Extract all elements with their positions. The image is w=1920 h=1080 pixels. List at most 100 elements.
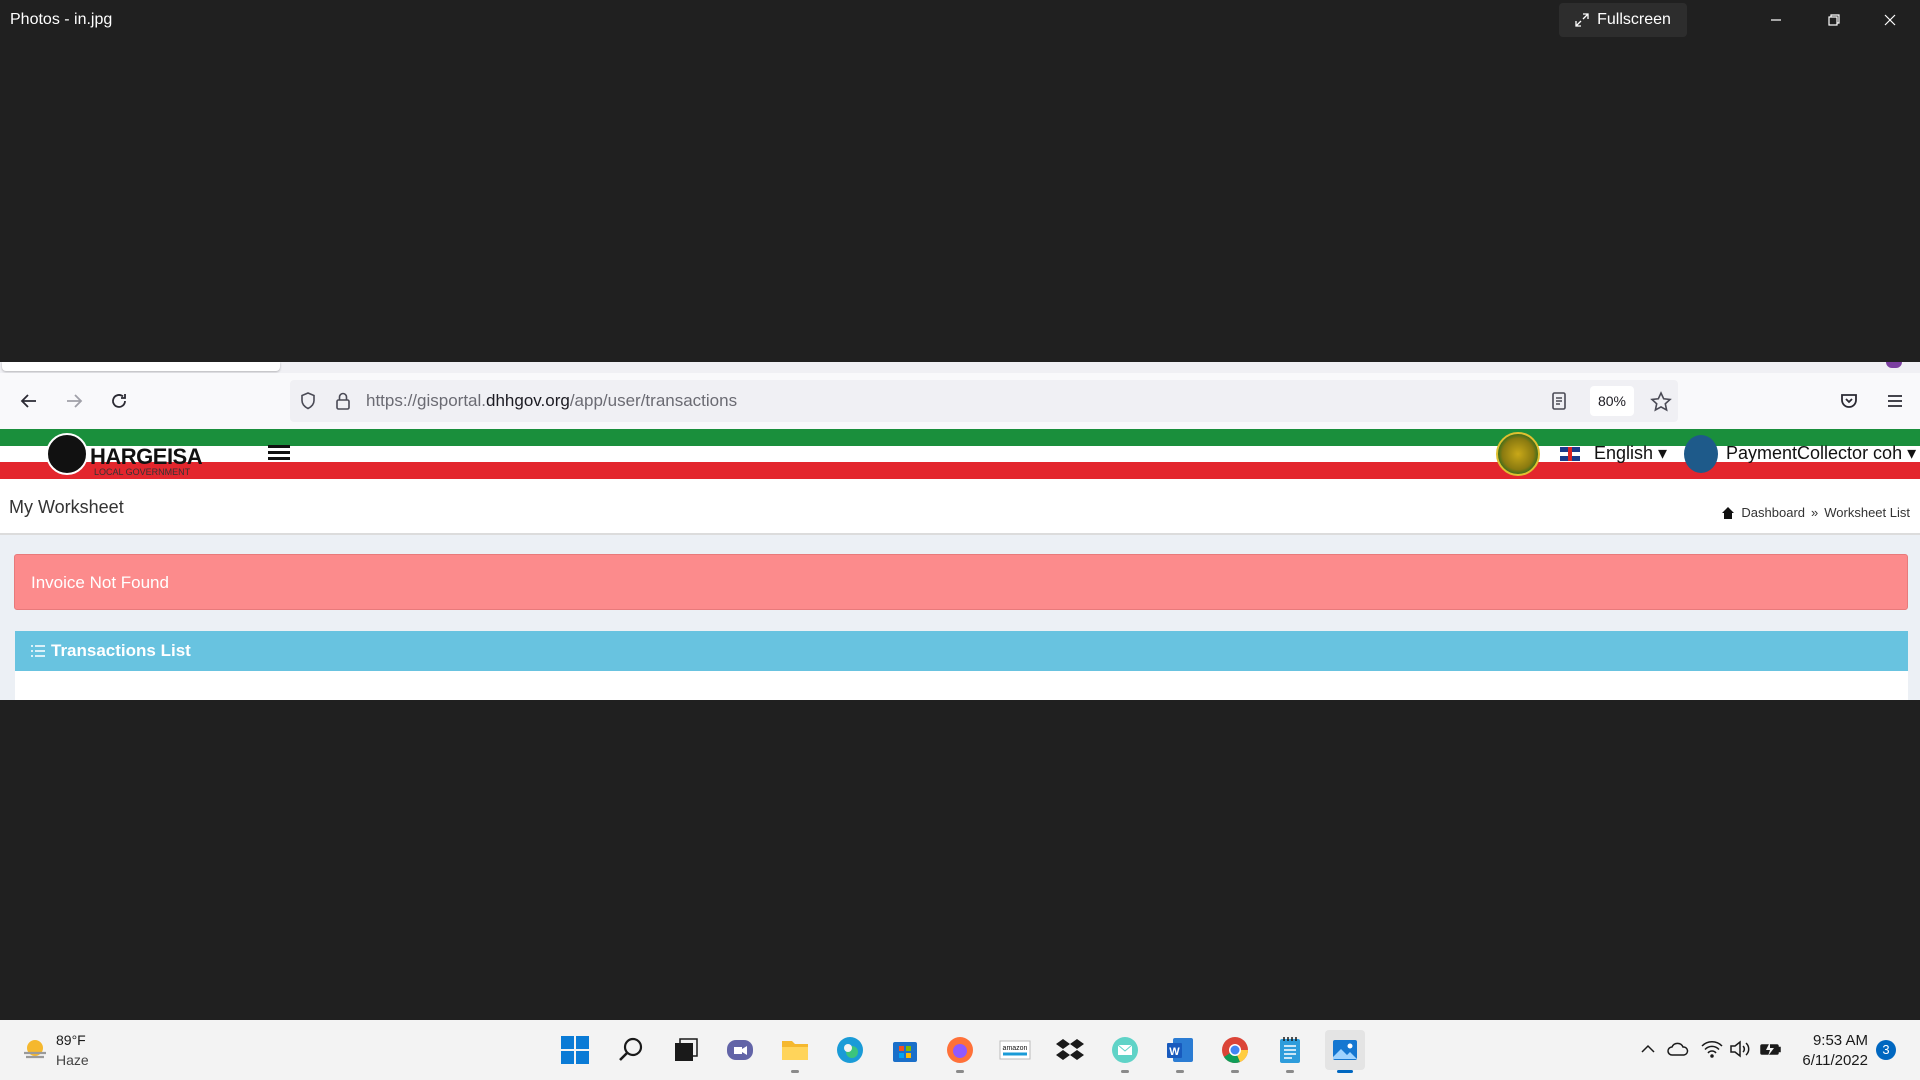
browser-tab xyxy=(2,362,280,371)
restore-button[interactable] xyxy=(1806,0,1862,40)
search-button[interactable] xyxy=(611,1030,651,1070)
language-selector: English ▾ xyxy=(1594,443,1668,463)
box-title-label: Transactions List xyxy=(51,641,191,660)
hamburger-icon xyxy=(1888,395,1902,407)
amazon-button[interactable]: amazon xyxy=(995,1030,1035,1070)
breadcrumb-separator: » xyxy=(1811,505,1819,520)
user-menu: PaymentCollector coh ▾ xyxy=(1726,443,1917,463)
expand-icon xyxy=(1575,13,1589,27)
close-icon xyxy=(1884,14,1896,26)
edge-icon xyxy=(837,1037,863,1063)
pocket-icon xyxy=(1841,394,1857,408)
sidebar-toggle-icon xyxy=(268,445,290,463)
wifi-button[interactable] xyxy=(1700,1037,1724,1061)
taskbar: 89°F Haze amazon W 9:53 AM 6/11/2022 3 xyxy=(0,1020,1920,1080)
word-icon: W xyxy=(1167,1038,1193,1062)
url-text: https://gisportal.dhhgov.org/app/user/tr… xyxy=(366,391,737,411)
weather-temp: 89°F xyxy=(56,1032,86,1048)
home-icon xyxy=(1722,506,1735,519)
show-hidden-icons-button[interactable] xyxy=(1636,1037,1660,1061)
user-name-label: PaymentCollector coh xyxy=(1726,443,1903,463)
microsoft-store-button[interactable] xyxy=(885,1030,925,1070)
transactions-box-body xyxy=(15,671,1908,700)
user-avatar xyxy=(1684,435,1718,473)
zoom-indicator: 80% xyxy=(1590,386,1634,416)
weather-widget[interactable]: 89°F Haze xyxy=(22,1030,89,1070)
site-header: HARGEISA LOCAL GOVERNMENT English ▾ Paym… xyxy=(0,429,1920,479)
clock[interactable]: 9:53 AM 6/11/2022 xyxy=(1796,1031,1868,1071)
page-title: My Worksheet xyxy=(9,497,124,517)
firefox-icon xyxy=(947,1037,973,1063)
task-view-button[interactable] xyxy=(666,1030,706,1070)
site-logo: HARGEISA LOCAL GOVERNMENT xyxy=(46,433,216,477)
svg-text:amazon: amazon xyxy=(1003,1045,1028,1052)
edge-button[interactable] xyxy=(830,1030,870,1070)
forward-arrow-icon xyxy=(67,394,83,408)
windows-logo-icon xyxy=(561,1036,589,1064)
forward-button xyxy=(59,386,89,416)
back-button xyxy=(14,386,44,416)
government-seal-icon xyxy=(1496,432,1540,476)
file-explorer-button[interactable] xyxy=(775,1030,815,1073)
chevron-up-icon xyxy=(1641,1044,1655,1053)
onedrive-button[interactable] xyxy=(1666,1037,1690,1061)
url-domain: dhhgov.org xyxy=(486,391,570,410)
start-button[interactable] xyxy=(555,1030,595,1070)
logo-subtitle: LOCAL GOVERNMENT xyxy=(94,467,191,477)
transactions-box-header: Transactions List xyxy=(15,631,1908,671)
close-button[interactable] xyxy=(1862,0,1918,40)
folder-icon xyxy=(782,1041,808,1060)
reload-button xyxy=(104,386,134,416)
amazon-icon: amazon xyxy=(999,1040,1031,1060)
breadcrumb: Dashboard » Worksheet List xyxy=(1721,505,1910,520)
clock-time: 9:53 AM xyxy=(1812,1032,1868,1049)
svg-text:W: W xyxy=(1169,1046,1180,1058)
dropbox-icon xyxy=(1056,1039,1084,1060)
photo-image: https://gisportal.dhhgov.org/app/user/tr… xyxy=(0,362,1920,700)
reader-view-icon xyxy=(1550,391,1568,416)
browser-navbar: https://gisportal.dhhgov.org/app/user/tr… xyxy=(0,373,1920,429)
error-alert: Invoice Not Found xyxy=(14,554,1908,610)
pocket-button xyxy=(1834,386,1864,416)
notification-badge[interactable]: 3 xyxy=(1876,1040,1896,1060)
notepad-button[interactable] xyxy=(1270,1030,1310,1073)
dropbox-button[interactable] xyxy=(1050,1030,1090,1070)
photos-button[interactable] xyxy=(1325,1030,1365,1073)
logo-emblem xyxy=(46,433,88,475)
uk-flag-icon xyxy=(1560,447,1580,461)
back-arrow-icon xyxy=(20,394,36,408)
fullscreen-button[interactable]: Fullscreen xyxy=(1559,3,1687,37)
reload-icon xyxy=(112,394,126,408)
content-area: Invoice Not Found Transactions List xyxy=(0,535,1920,700)
volume-button[interactable] xyxy=(1728,1037,1752,1061)
haze-sun-icon xyxy=(22,1036,48,1062)
app-menu-button xyxy=(1880,386,1910,416)
content-header: My Worksheet Dashboard » Worksheet List xyxy=(0,479,1920,535)
cloud-icon xyxy=(1667,1042,1689,1056)
fullscreen-label: Fullscreen xyxy=(1597,11,1671,28)
task-view-icon xyxy=(675,1038,698,1061)
weather-desc: Haze xyxy=(56,1052,89,1068)
battery-charging-icon xyxy=(1760,1042,1781,1056)
notepad-icon xyxy=(1280,1037,1300,1063)
alert-message: Invoice Not Found xyxy=(31,573,169,592)
account-icon xyxy=(1886,362,1902,368)
firefox-button[interactable] xyxy=(940,1030,980,1073)
url-bar: https://gisportal.dhhgov.org/app/user/tr… xyxy=(290,380,1678,422)
url-prefix: https://gisportal. xyxy=(366,391,487,410)
wifi-icon xyxy=(1701,1041,1723,1058)
teams-chat-button[interactable] xyxy=(720,1030,760,1070)
list-icon xyxy=(31,645,45,657)
mail-button[interactable] xyxy=(1105,1030,1145,1073)
chrome-button[interactable] xyxy=(1215,1030,1255,1073)
minimize-icon xyxy=(1771,19,1781,21)
word-button[interactable]: W xyxy=(1160,1030,1200,1073)
shield-icon xyxy=(298,391,318,416)
minimize-button[interactable] xyxy=(1748,0,1804,40)
breadcrumb-dashboard: Dashboard xyxy=(1741,505,1806,520)
header-stripe-red xyxy=(0,462,1920,479)
bookmark-star-icon xyxy=(1650,391,1672,418)
battery-button[interactable] xyxy=(1759,1037,1783,1061)
lock-icon xyxy=(334,391,352,416)
teams-chat-icon xyxy=(727,1040,753,1060)
